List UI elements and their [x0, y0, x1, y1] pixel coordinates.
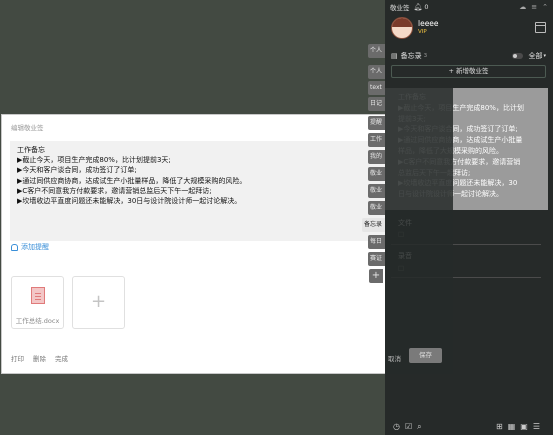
tab-category[interactable]: 提醒 — [368, 116, 386, 130]
cloud-icon[interactable]: ☁ — [519, 3, 526, 11]
username: leeee — [418, 19, 439, 28]
filter-dropdown[interactable]: 全部 — [528, 51, 542, 61]
tab-category[interactable]: 敬业 — [368, 201, 386, 215]
attachment-name: 工作总结.docx — [15, 317, 60, 325]
tab-category[interactable]: 我的 — [368, 150, 386, 164]
vip-badge: VIP — [418, 29, 427, 35]
dialog-footer: 打印 删除 完成 — [11, 353, 68, 363]
grid-icon[interactable]: ▦ — [508, 422, 516, 431]
tab-category[interactable]: 敬业 — [368, 184, 386, 198]
new-note-button[interactable]: + 新增敬业签 — [391, 65, 546, 78]
collapse-icon[interactable]: ⌃ — [542, 3, 548, 11]
add-reminder-label: 添加提醒 — [21, 243, 49, 251]
print-button[interactable]: 打印 — [11, 353, 24, 363]
bell-count: 0 — [424, 2, 429, 11]
app-title: 敬业签 — [390, 3, 410, 12]
chevron-down-icon[interactable]: ▾ — [543, 53, 546, 59]
add-reminder-link[interactable]: 添加提醒 — [11, 242, 49, 252]
tab-category[interactable]: 赛证 — [368, 252, 386, 266]
panel-titlebar: 敬业签 🔔︎ 0 ☁ ≡ ⌃ — [385, 0, 553, 13]
tab-category[interactable]: 个人 — [368, 44, 386, 58]
memo-icon: ▤ — [391, 51, 398, 60]
user-profile[interactable]: leeee VIP — [391, 17, 546, 43]
add-attachment-button[interactable]: + — [72, 276, 125, 329]
bell-icon — [11, 243, 18, 251]
dialog-overlay — [385, 88, 453, 374]
checkbox-icon[interactable]: ☑ — [405, 422, 412, 431]
panel-toolbar: ◷ ☑ ⌕ ⊞ ▦ ▣ ☰ — [385, 418, 553, 435]
dialog-title: 编辑敬业签 — [11, 124, 44, 132]
add-icon[interactable]: ⊞ — [496, 422, 503, 431]
tab-category[interactable]: 每日 — [368, 235, 386, 249]
menu-icon[interactable]: ≡ — [531, 3, 537, 11]
attachment-tile[interactable]: 工作总结.docx — [11, 276, 64, 329]
tab-category[interactable]: 日记 — [368, 97, 386, 111]
add-category-button[interactable]: + — [369, 269, 383, 283]
calendar-icon[interactable] — [535, 22, 546, 33]
section-label: 备忘录 — [400, 51, 422, 60]
tab-category[interactable]: 工作 — [368, 133, 386, 147]
more-icon[interactable]: ☰ — [533, 422, 540, 431]
save-button[interactable]: 保存 — [409, 348, 442, 363]
clock-icon[interactable]: ◷ — [393, 422, 400, 431]
bell-icon[interactable]: 🔔︎ — [414, 3, 423, 11]
list-icon[interactable]: ▣ — [520, 422, 528, 431]
toggle-switch[interactable] — [512, 52, 524, 59]
search-icon[interactable]: ⌕ — [417, 422, 421, 432]
section-count: 3 — [423, 52, 428, 59]
tab-category[interactable]: 敬业 — [368, 167, 386, 181]
section-header: ▤ 备忘录 3 全部 ▾ — [391, 50, 546, 61]
tab-category[interactable]: text — [368, 81, 386, 95]
avatar[interactable] — [391, 17, 413, 39]
document-icon — [31, 287, 45, 304]
cancel-button[interactable]: 取消 — [388, 353, 401, 363]
delete-button[interactable]: 删除 — [33, 353, 46, 363]
tab-category[interactable]: 个人 — [368, 65, 386, 79]
done-button[interactable]: 完成 — [55, 353, 68, 363]
tab-category-active[interactable]: 备忘录 — [362, 218, 386, 232]
